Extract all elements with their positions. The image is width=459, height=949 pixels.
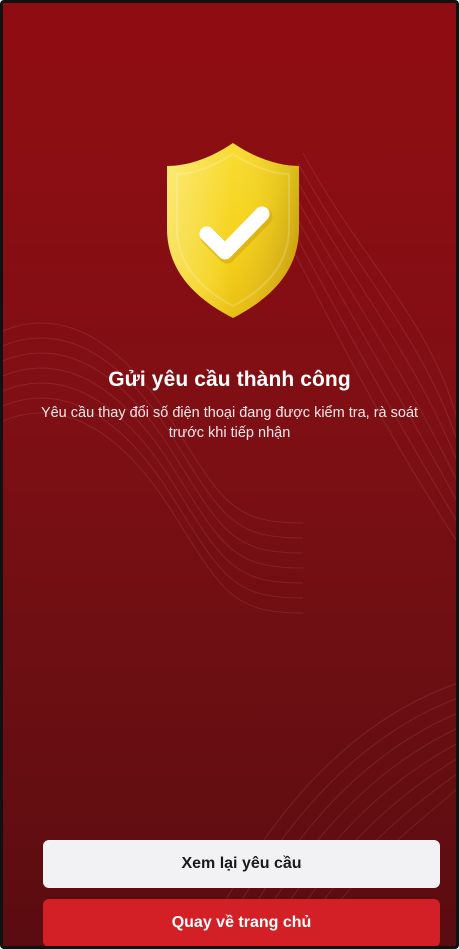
success-message-line-2: trước khi tiếp nhận [168, 425, 291, 441]
shield-check-icon [163, 138, 303, 323]
success-message: Yêu cầu thay đổi số điện thoại đang được… [9, 403, 450, 443]
success-title: Gửi yêu cầu thành công [108, 368, 351, 391]
success-message-line-1: Yêu cầu thay đổi số điện thoại đang được… [40, 405, 419, 421]
review-request-button[interactable]: Xem lại yêu cầu [43, 840, 440, 888]
back-to-home-button[interactable]: Quay về trang chủ [43, 899, 440, 946]
success-screen: Gửi yêu cầu thành công Yêu cầu thay đổi … [0, 0, 459, 949]
